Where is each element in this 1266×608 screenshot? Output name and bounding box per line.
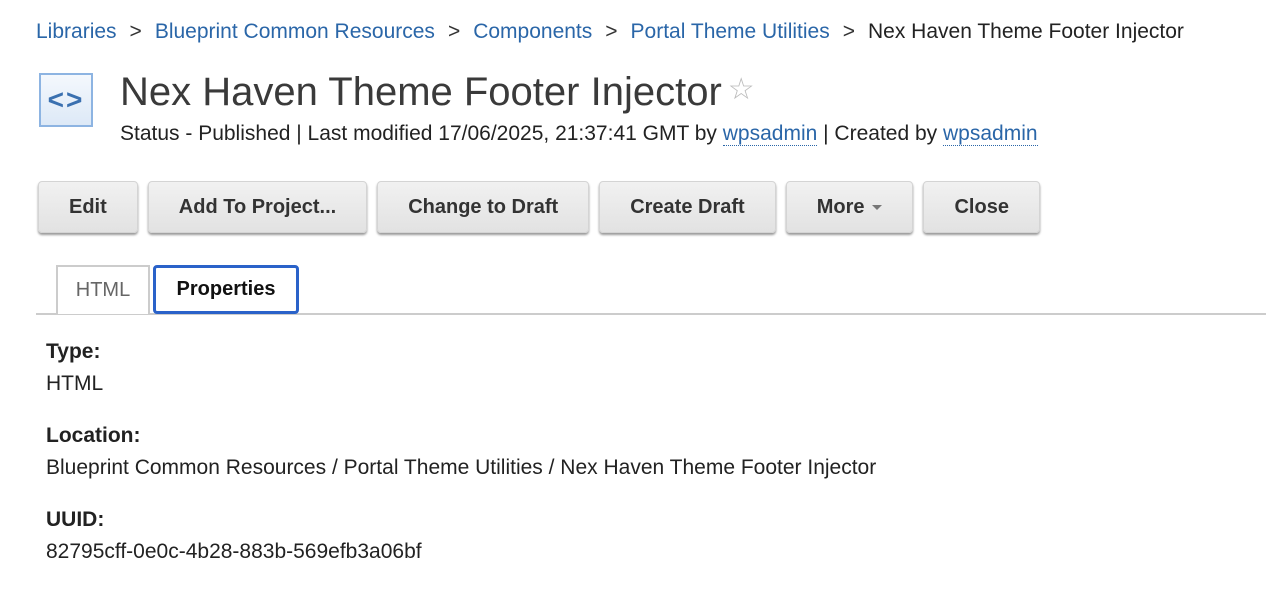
breadcrumb-separator: > [129, 20, 142, 43]
tab-html[interactable]: HTML [56, 265, 150, 314]
location-label: Location: [46, 424, 141, 447]
breadcrumb-blueprint-common-resources[interactable]: Blueprint Common Resources [155, 20, 435, 43]
create-draft-button[interactable]: Create Draft [599, 181, 776, 233]
tab-properties[interactable]: Properties [153, 265, 299, 314]
more-button[interactable]: More [785, 181, 914, 233]
modified-by-link[interactable]: wpsadmin [722, 122, 818, 146]
created-text: | Created by [817, 122, 943, 145]
location-value: Blueprint Common Resources / Portal Them… [46, 456, 877, 479]
breadcrumb: Libraries > Blueprint Common Resources > Com… [36, 20, 1184, 44]
type-value: HTML [46, 372, 104, 395]
breadcrumb-current: Nex Haven Theme Footer Injector [868, 20, 1184, 43]
status-line: Status - Published | Last modified 17/06… [120, 122, 1038, 146]
breadcrumb-separator: > [447, 20, 461, 43]
edit-button[interactable]: Edit [38, 181, 138, 233]
status-text: Status - Published | Last modified 17/06… [120, 122, 723, 145]
page-title-text: Nex Haven Theme Footer Injector [120, 70, 722, 114]
uuid-label: UUID: [46, 508, 105, 531]
breadcrumb-components[interactable]: Components [473, 20, 592, 43]
change-to-draft-button[interactable]: Change to Draft [377, 181, 590, 233]
toolbar: Edit Add To Project... Change to Draft C… [38, 181, 1040, 233]
add-to-project-button[interactable]: Add To Project... [147, 181, 368, 233]
type-label: Type: [46, 340, 101, 363]
more-label: More [816, 195, 865, 218]
created-by-link[interactable]: wpsadmin [943, 122, 1038, 146]
html-component-icon: <> [39, 73, 93, 127]
close-button[interactable]: Close [923, 181, 1040, 233]
breadcrumb-portal-theme-utilities[interactable]: Portal Theme Utilities [631, 20, 830, 43]
caret-down-icon [872, 204, 883, 210]
breadcrumb-libraries[interactable]: Libraries [36, 20, 117, 43]
favorite-star-icon[interactable]: ☆ [728, 73, 755, 106]
properties-panel: Type: HTML Location: Blueprint Common Re… [46, 340, 876, 592]
uuid-value: 82795cff-0e0c-4b28-883b-569efb3a06bf [46, 540, 422, 563]
breadcrumb-separator: > [605, 20, 618, 43]
breadcrumb-separator: > [842, 20, 855, 43]
page-title: Nex Haven Theme Footer Injector ☆ [120, 70, 755, 115]
